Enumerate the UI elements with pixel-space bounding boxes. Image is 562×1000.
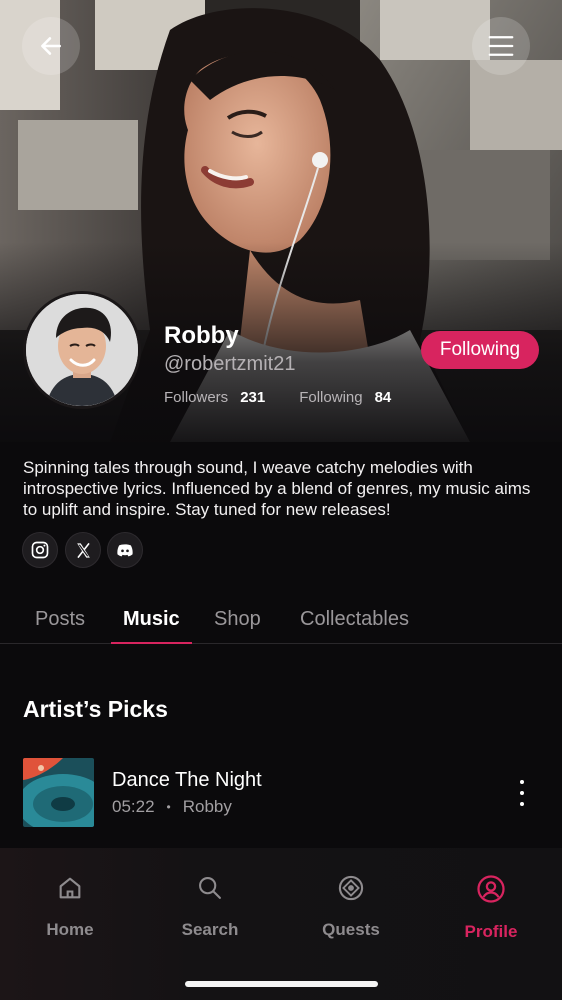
separator-dot: • <box>166 800 171 814</box>
nav-profile[interactable]: Profile <box>436 874 546 942</box>
tab-shop[interactable]: Shop <box>214 608 261 631</box>
active-tab-indicator <box>111 642 192 644</box>
profile-handle: @robertzmit21 <box>164 353 296 375</box>
nav-search[interactable]: Search <box>155 874 265 940</box>
back-button[interactable] <box>22 17 80 75</box>
track-meta: 05:22 • Robby <box>112 797 232 817</box>
following-button[interactable]: Following <box>421 331 539 369</box>
tab-collectables[interactable]: Collectables <box>300 608 409 631</box>
discord-icon <box>117 544 133 557</box>
tab-music[interactable]: Music <box>123 608 180 631</box>
tab-posts[interactable]: Posts <box>35 608 85 631</box>
bottom-nav: Home Search Quests Profile <box>0 848 562 1000</box>
home-icon <box>59 877 81 899</box>
profile-tabs: Posts Music Shop Collectables <box>0 598 562 644</box>
hamburger-menu-icon <box>488 36 514 56</box>
nav-home[interactable]: Home <box>15 874 125 940</box>
avatar[interactable] <box>23 291 141 409</box>
profile-stats: Followers 231 Following 84 <box>164 389 391 406</box>
instagram-button[interactable] <box>22 532 58 568</box>
x-icon <box>76 542 90 558</box>
track-item[interactable]: Dance The Night 05:22 • Robby <box>23 758 543 828</box>
arrow-left-icon <box>41 37 61 55</box>
followers-count[interactable]: 231 <box>240 389 265 406</box>
following-label[interactable]: Following <box>299 389 362 406</box>
more-options-button[interactable] <box>511 778 533 808</box>
profile-name: Robby <box>164 322 239 349</box>
discord-button[interactable] <box>107 532 143 568</box>
nav-home-label: Home <box>46 920 94 939</box>
avatar-photo <box>26 294 138 406</box>
search-icon <box>199 877 221 899</box>
vinyl-cover-image <box>23 758 94 827</box>
profile-bio: Spinning tales through sound, I weave ca… <box>23 458 531 519</box>
track-artist[interactable]: Robby <box>183 797 232 817</box>
menu-button[interactable] <box>472 17 530 75</box>
quests-icon <box>338 875 364 901</box>
more-vertical-icon <box>520 780 524 784</box>
nav-quests-label: Quests <box>322 920 380 939</box>
followers-label[interactable]: Followers <box>164 389 228 406</box>
profile-icon <box>477 875 505 903</box>
nav-search-label: Search <box>181 920 239 939</box>
instagram-icon <box>31 541 49 559</box>
x-button[interactable] <box>65 532 101 568</box>
track-duration: 05:22 <box>112 797 155 816</box>
section-title: Artist’s Picks <box>23 696 168 722</box>
track-cover <box>23 758 94 827</box>
home-indicator <box>185 981 378 987</box>
nav-quests[interactable]: Quests <box>296 874 406 940</box>
track-title: Dance The Night <box>112 769 262 791</box>
following-count[interactable]: 84 <box>375 389 392 406</box>
nav-profile-label: Profile <box>464 922 518 941</box>
